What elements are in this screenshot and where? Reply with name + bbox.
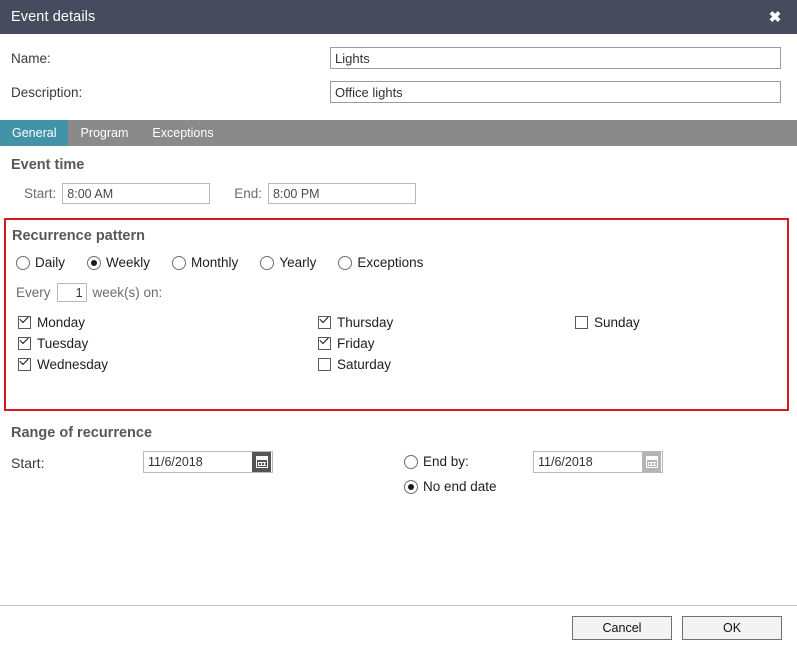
calendar-glyph: [255, 456, 268, 468]
checkbox-wednesday-icon[interactable]: [18, 358, 31, 371]
calendar-icon-end[interactable]: [642, 452, 661, 472]
cancel-button[interactable]: Cancel: [572, 615, 672, 640]
ok-button[interactable]: OK: [682, 615, 782, 640]
radio-daily-icon[interactable]: [16, 255, 30, 270]
description-input[interactable]: [330, 81, 781, 103]
checkbox-saturday-icon[interactable]: [318, 358, 331, 371]
radio-weekly-icon[interactable]: [87, 255, 102, 270]
description-row: Description:: [0, 78, 797, 106]
name-row: Name:: [0, 44, 797, 72]
description-label: Description:: [11, 84, 83, 100]
end-time-input[interactable]: [268, 183, 417, 204]
tab-exceptions[interactable]: Exceptions: [140, 120, 225, 146]
radio-no-end-date-label: No end date: [423, 479, 497, 494]
name-label: Name:: [11, 50, 51, 66]
end-date-group: [533, 451, 663, 473]
checkbox-thursday-icon[interactable]: [318, 316, 331, 329]
general-tab-panel: Event time Start: End: Recurrence patter…: [0, 146, 797, 511]
recurrence-pattern-section: Recurrence pattern Daily Weekly Monthly …: [0, 218, 797, 411]
event-time-heading: Event time: [11, 157, 85, 173]
radio-end-by-label: End by:: [423, 454, 469, 469]
recurrence-highlight-border: [4, 218, 789, 411]
end-time-label: End:: [234, 186, 263, 201]
range-start-label: Start:: [11, 455, 45, 471]
window-titlebar: Event details ✖: [0, 0, 797, 34]
range-start-date-field: [143, 451, 273, 473]
radio-monthly-icon[interactable]: [172, 255, 187, 270]
radio-end-by-icon[interactable]: [404, 454, 418, 469]
start-date-group: [143, 451, 273, 473]
radio-exceptions-icon[interactable]: [338, 255, 353, 270]
end-date-input[interactable]: [534, 452, 642, 472]
checkbox-tuesday-icon[interactable]: [18, 337, 31, 350]
tab-bar: General Program Exceptions: [0, 120, 797, 146]
radio-yearly-icon[interactable]: [260, 255, 275, 270]
event-time-row: Start: End:: [0, 173, 797, 204]
dialog-footer: Cancel OK: [0, 605, 797, 649]
radio-no-end-date-icon[interactable]: [404, 479, 418, 494]
range-of-recurrence-body: Start: End by: No end date: [0, 441, 797, 511]
start-time-input[interactable]: [62, 183, 211, 204]
range-end-date-field: [533, 451, 663, 473]
start-time-label: Start:: [24, 186, 57, 201]
range-of-recurrence-heading: Range of recurrence: [11, 425, 153, 441]
close-icon[interactable]: ✖: [753, 0, 797, 34]
checkbox-monday-icon[interactable]: [18, 316, 31, 329]
tab-program[interactable]: Program: [68, 120, 140, 146]
calendar-glyph: [645, 456, 658, 468]
name-input[interactable]: [330, 47, 781, 69]
radio-option-no-end-date[interactable]: No end date: [404, 479, 497, 494]
window-title: Event details: [11, 9, 96, 25]
event-header-form: Name: Description:: [0, 34, 797, 120]
radio-option-end-by[interactable]: End by:: [404, 454, 469, 469]
checkbox-friday-icon[interactable]: [318, 337, 331, 350]
tab-general[interactable]: General: [0, 120, 69, 146]
checkbox-sunday-icon[interactable]: [575, 316, 588, 329]
start-date-input[interactable]: [144, 452, 252, 472]
calendar-icon-start[interactable]: [252, 452, 271, 472]
